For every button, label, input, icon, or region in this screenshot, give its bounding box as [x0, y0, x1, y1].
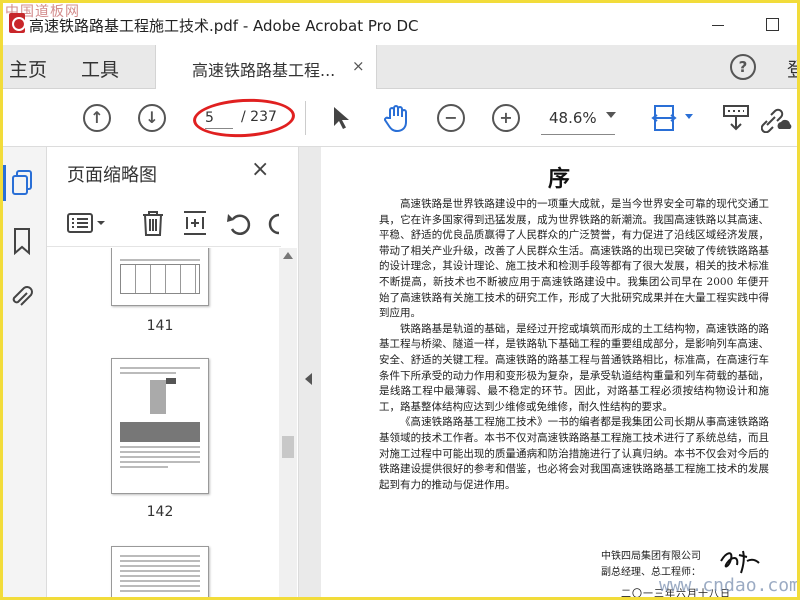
thumbnail-page[interactable]	[111, 248, 209, 306]
thumbnail-list: 141 142	[47, 248, 279, 597]
help-icon[interactable]: ?	[730, 54, 756, 80]
document-paragraph: 铁路路基是轨道的基础，是经过开挖或填筑而形成的土工结构物，高速铁路的路基工程与桥…	[379, 322, 769, 413]
thumbnail-scrollbar[interactable]	[279, 248, 297, 597]
fit-page-icon[interactable]	[651, 103, 681, 133]
document-heading: 序	[547, 166, 570, 192]
thumbnail-label: 142	[146, 504, 174, 520]
document-paragraph: 高速铁路是世界铁路建设中的一项重大成就，是当今世界安全可靠的现代交通工具，它在许…	[379, 198, 769, 320]
thumbnail-page[interactable]	[111, 546, 209, 597]
document-paragraph: 《高速铁路路基工程施工技术》一书的编者都是我集团公司长期从事高速铁路路基领域的技…	[379, 416, 769, 491]
delete-page-icon[interactable]	[139, 209, 167, 237]
hand-tool-icon[interactable]	[381, 103, 411, 133]
previous-page-button[interactable]: ↑	[83, 104, 111, 132]
zoom-underline	[541, 134, 615, 135]
signature-org: 中铁四局集团有限公司	[601, 551, 701, 562]
scrollbar-thumb[interactable]	[282, 436, 294, 458]
panel-title: 页面缩略图	[67, 165, 157, 186]
rail-active-indicator	[3, 165, 6, 201]
scroll-up-arrow-icon[interactable]	[283, 252, 293, 259]
rotate-clockwise-icon[interactable]	[265, 209, 283, 237]
thumbnail-panel: 页面缩略图 × 141 142	[47, 147, 299, 597]
zoom-out-button[interactable]: −	[437, 104, 465, 132]
document-page: 序 高速铁路是世界铁路建设中的一项重大成就，是当今世界安全可靠的现代交通工具，它…	[321, 147, 800, 597]
toolbar: ↑ ↓ / 237 − + 48.6%	[3, 89, 797, 147]
panel-toolbar	[47, 199, 281, 247]
page-thumbnails-icon[interactable]	[10, 169, 34, 197]
tab-tools[interactable]: 工具	[81, 55, 119, 82]
watermark-bottom: www.cndao.com	[659, 575, 800, 596]
select-arrow-icon[interactable]	[331, 105, 351, 131]
extract-pages-icon[interactable]	[181, 209, 209, 237]
link-cloud-icon[interactable]	[761, 103, 793, 133]
rotate-counterclockwise-icon[interactable]	[225, 209, 253, 237]
scroll-mode-icon[interactable]	[721, 103, 751, 133]
zoom-in-button[interactable]: +	[492, 104, 520, 132]
fit-dropdown-icon[interactable]	[685, 114, 693, 119]
next-page-button[interactable]: ↓	[138, 104, 166, 132]
tab-document-label: 高速铁路路基工程...	[192, 61, 336, 80]
handwritten-signature	[720, 550, 760, 574]
sign-in-label[interactable]: 登	[787, 55, 797, 82]
tab-close-icon[interactable]: ×	[352, 57, 365, 75]
panel-close-icon[interactable]: ×	[251, 157, 269, 182]
attachment-icon[interactable]	[10, 283, 34, 311]
window-title: 高速铁路路基工程施工技术.pdf - Adobe Acrobat Pro DC	[29, 17, 419, 35]
maximize-button[interactable]	[757, 11, 787, 37]
title-bar: 中国道板网 高速铁路路基工程施工技术.pdf - Adobe Acrobat P…	[3, 3, 797, 45]
bookmark-icon[interactable]	[10, 227, 34, 255]
collapse-arrow-icon[interactable]	[305, 373, 312, 385]
tab-home[interactable]: 主页	[9, 55, 47, 82]
zoom-level[interactable]: 48.6%	[549, 109, 597, 127]
thumbnail-label: 141	[146, 318, 174, 334]
thumbnail-page[interactable]	[111, 358, 209, 494]
red-highlight-ellipse	[192, 96, 296, 140]
toolbar-divider	[305, 101, 306, 135]
navigation-rail	[3, 147, 47, 597]
options-menu-icon[interactable]	[67, 209, 111, 237]
panel-collapse-strip[interactable]	[299, 147, 321, 597]
tab-bar: 主页 工具 高速铁路路基工程... × ? 登	[3, 45, 797, 89]
app-window: 中国道板网 高速铁路路基工程施工技术.pdf - Adobe Acrobat P…	[0, 0, 800, 600]
document-body: 高速铁路是世界铁路建设中的一项重大成就，是当今世界安全可靠的现代交通工具，它在许…	[379, 197, 769, 493]
tab-document[interactable]: 高速铁路路基工程... ×	[155, 45, 377, 89]
zoom-dropdown-icon[interactable]	[606, 112, 616, 118]
minimize-button[interactable]	[703, 11, 733, 37]
